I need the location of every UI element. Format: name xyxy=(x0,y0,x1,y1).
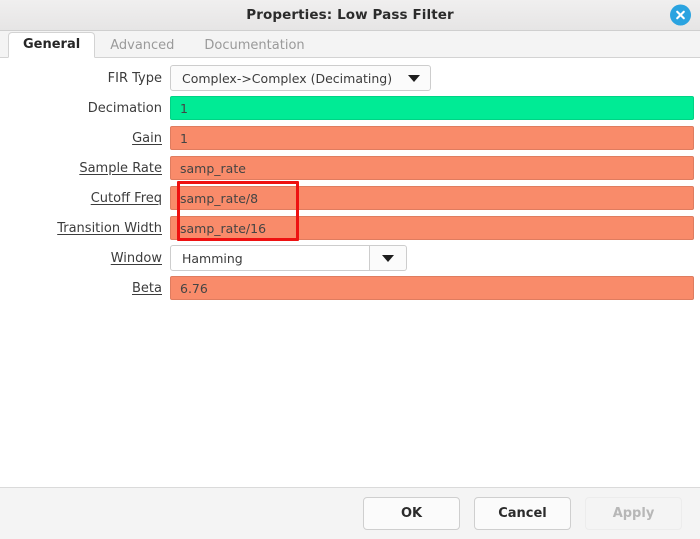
title-bar: Properties: Low Pass Filter xyxy=(0,0,700,31)
label-window-text[interactable]: Window xyxy=(111,251,162,266)
window-value[interactable]: Hamming xyxy=(170,245,370,271)
field-beta: 6.76 xyxy=(170,273,700,303)
tab-documentation[interactable]: Documentation xyxy=(189,33,319,58)
fir-type-combobox[interactable]: Complex->Complex (Decimating) xyxy=(170,65,432,91)
label-gain-text[interactable]: Gain xyxy=(132,131,162,146)
form-row-sample-rate: Sample Rate samp_rate xyxy=(0,153,700,183)
label-transition-width: Transition Width xyxy=(0,221,170,236)
form-row-gain: Gain 1 xyxy=(0,123,700,153)
form-row-window: Window Hamming xyxy=(0,243,700,273)
form-row-transition-width: Transition Width samp_rate/16 xyxy=(0,213,700,243)
label-decimation: Decimation xyxy=(0,101,170,116)
label-beta: Beta xyxy=(0,281,170,296)
window-combobox[interactable]: Hamming xyxy=(170,245,407,271)
tab-general[interactable]: General xyxy=(8,32,96,58)
field-cutoff-freq: samp_rate/8 xyxy=(170,183,700,213)
field-gain: 1 xyxy=(170,123,700,153)
close-icon[interactable] xyxy=(670,4,691,26)
tab-advanced[interactable]: Advanced xyxy=(95,33,189,58)
tab-content-general: FIR Type Complex->Complex (Decimating) D… xyxy=(0,58,700,487)
window-dropdown-button[interactable] xyxy=(370,245,407,271)
field-window: Hamming xyxy=(170,243,700,273)
chevron-down-icon xyxy=(382,254,394,262)
properties-form: FIR Type Complex->Complex (Decimating) D… xyxy=(0,58,700,303)
beta-input[interactable]: 6.76 xyxy=(170,276,694,300)
chevron-down-icon xyxy=(408,74,421,82)
cancel-button[interactable]: Cancel xyxy=(474,497,571,530)
label-transition-width-text[interactable]: Transition Width xyxy=(57,221,162,236)
gain-input[interactable]: 1 xyxy=(170,126,694,150)
tab-bar: General Advanced Documentation xyxy=(0,31,700,58)
field-transition-width: samp_rate/16 xyxy=(170,213,700,243)
form-row-decimation: Decimation 1 xyxy=(0,93,700,123)
dialog-footer: OK Cancel Apply xyxy=(0,487,700,539)
label-window: Window xyxy=(0,251,170,266)
field-fir-type: Complex->Complex (Decimating) xyxy=(170,63,700,93)
window-title: Properties: Low Pass Filter xyxy=(246,7,454,23)
label-beta-text[interactable]: Beta xyxy=(132,281,162,296)
cutoff-freq-input[interactable]: samp_rate/8 xyxy=(170,186,694,210)
field-decimation: 1 xyxy=(170,93,700,123)
transition-width-input[interactable]: samp_rate/16 xyxy=(170,216,694,240)
label-cutoff-freq-text[interactable]: Cutoff Freq xyxy=(91,191,162,206)
properties-dialog: Properties: Low Pass Filter General Adva… xyxy=(0,0,700,539)
form-row-fir-type: FIR Type Complex->Complex (Decimating) xyxy=(0,63,700,93)
label-fir-type-text: FIR Type xyxy=(107,70,162,86)
label-decimation-text: Decimation xyxy=(87,100,162,116)
label-cutoff-freq: Cutoff Freq xyxy=(0,191,170,206)
sample-rate-input[interactable]: samp_rate xyxy=(170,156,694,180)
decimation-input[interactable]: 1 xyxy=(170,96,694,120)
label-sample-rate-text[interactable]: Sample Rate xyxy=(79,161,162,176)
label-gain: Gain xyxy=(0,131,170,146)
form-row-beta: Beta 6.76 xyxy=(0,273,700,303)
ok-button[interactable]: OK xyxy=(363,497,460,530)
form-row-cutoff-freq: Cutoff Freq samp_rate/8 xyxy=(0,183,700,213)
fir-type-value: Complex->Complex (Decimating) xyxy=(182,70,393,86)
apply-button: Apply xyxy=(585,497,682,530)
label-sample-rate: Sample Rate xyxy=(0,161,170,176)
label-fir-type: FIR Type xyxy=(0,71,170,86)
field-sample-rate: samp_rate xyxy=(170,153,700,183)
